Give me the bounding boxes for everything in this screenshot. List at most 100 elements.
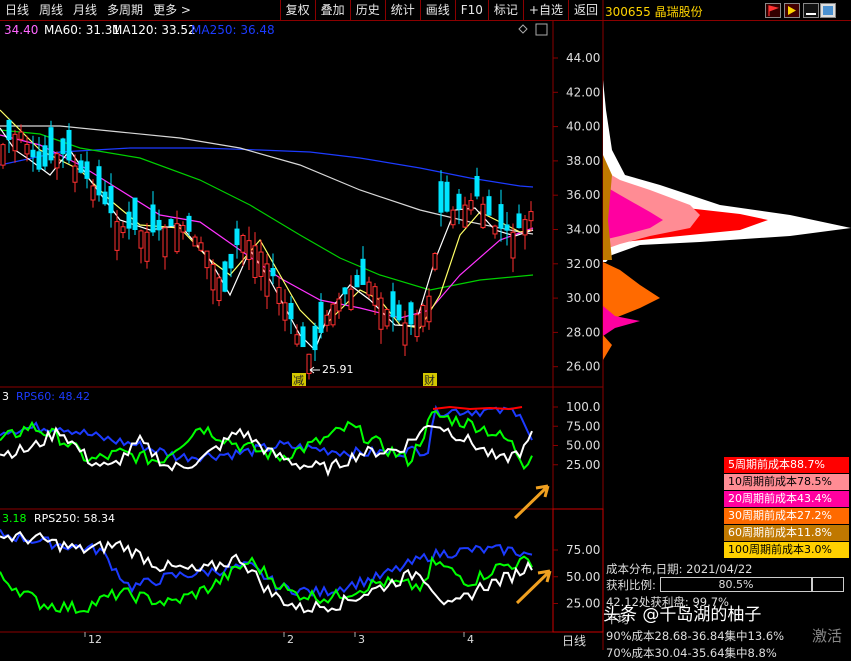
ma250-label: MA250: 36.48 bbox=[191, 23, 275, 37]
candle-body bbox=[492, 225, 498, 235]
date-axis: 12 2 3 4 bbox=[84, 632, 474, 646]
candle-body bbox=[312, 325, 318, 351]
candle-body bbox=[222, 261, 228, 292]
date-tick-label: 4 bbox=[467, 633, 474, 646]
candle-body bbox=[12, 133, 18, 152]
mark2-label: 财 bbox=[424, 373, 435, 387]
candle-body bbox=[162, 227, 168, 258]
watermark: 头条 @千岛湖的柚子 bbox=[603, 605, 762, 625]
cost-legend-item: 60周期前成本11.8% bbox=[724, 525, 849, 541]
candle-body bbox=[36, 151, 42, 170]
candle-body bbox=[108, 186, 114, 214]
rps250-label: RPS250: 58.34 bbox=[34, 512, 115, 525]
candle-body bbox=[24, 143, 30, 155]
candle-body bbox=[510, 231, 516, 259]
candle-body bbox=[258, 251, 264, 277]
candle-body bbox=[90, 185, 96, 201]
date-tick-label: 3 bbox=[358, 633, 365, 646]
candle-body bbox=[18, 131, 24, 140]
candle-body bbox=[84, 161, 90, 179]
diamond-icon[interactable] bbox=[518, 24, 528, 34]
arrow-icon bbox=[515, 569, 552, 605]
candle-body bbox=[114, 221, 120, 251]
rps250-blue bbox=[0, 528, 533, 598]
candle-body bbox=[468, 200, 474, 211]
ma-first-label: 34.40 bbox=[4, 23, 38, 37]
rps60-axis: 100.0 75.00 50.00 25.00 bbox=[553, 400, 600, 472]
cost-legend: 5周期前成本88.7% 10周期前成本78.5% 20周期前成本43.4% 30周期前… bbox=[724, 457, 849, 559]
panel-frames bbox=[0, 0, 604, 650]
candle-body bbox=[390, 291, 396, 318]
price-tick-label: 26.00 bbox=[566, 360, 600, 374]
candle-body bbox=[414, 314, 420, 338]
cost-70-line: 70%成本30.04-35.64集中8.8% bbox=[606, 646, 777, 660]
cost-legend-item: 100周期前成本3.0% bbox=[724, 542, 849, 558]
osc-tick-label: 75.00 bbox=[566, 543, 600, 557]
candle-body bbox=[426, 295, 432, 323]
candle-body bbox=[342, 287, 348, 295]
rps250-lines bbox=[0, 528, 533, 615]
price-axis: 44.00 42.00 40.00 38.00 36.00 34.00 32.00 30.00… bbox=[553, 51, 600, 374]
activate-text: 激活 bbox=[812, 627, 843, 645]
candle-body bbox=[240, 235, 246, 253]
price-tick-label: 30.00 bbox=[566, 291, 600, 305]
candle-body bbox=[252, 245, 258, 278]
candle-body bbox=[402, 322, 408, 346]
candle-body bbox=[180, 225, 186, 233]
rps60-lines bbox=[0, 404, 533, 478]
osc-tick-label: 75.00 bbox=[566, 419, 600, 433]
date-tick-label: 12 bbox=[88, 633, 102, 646]
candle-body bbox=[498, 204, 504, 229]
arrow-icon bbox=[513, 484, 550, 520]
candle-body bbox=[408, 302, 414, 325]
cost-legend-item: 10周期前成本78.5% bbox=[724, 474, 849, 490]
candle-body bbox=[6, 119, 12, 140]
candle-body bbox=[270, 268, 276, 277]
candle-body bbox=[444, 181, 450, 212]
candle-body bbox=[528, 211, 534, 222]
candlesticks bbox=[0, 119, 534, 380]
ma60-label: MA60: 31.31 bbox=[44, 23, 120, 37]
osc-tick-label: 100.0 bbox=[566, 400, 600, 414]
candle-body bbox=[198, 242, 204, 251]
profit-ratio-value: 80.5% bbox=[718, 578, 754, 591]
profit-ratio-box bbox=[812, 577, 844, 592]
candle-body bbox=[204, 250, 210, 269]
rps60-green bbox=[0, 410, 533, 471]
candle-body bbox=[228, 253, 234, 269]
candle-body bbox=[54, 153, 60, 169]
candle-body bbox=[366, 281, 372, 296]
candle-body bbox=[276, 287, 282, 304]
candle-body bbox=[480, 203, 486, 229]
candle-body bbox=[174, 223, 180, 253]
candle-body bbox=[78, 160, 84, 173]
price-tick-label: 28.00 bbox=[566, 325, 600, 339]
profile-orange bbox=[603, 262, 660, 322]
osc-tick-label: 50.00 bbox=[566, 439, 600, 453]
candle-body bbox=[42, 145, 48, 167]
candle-body bbox=[186, 215, 192, 232]
candle-body bbox=[156, 219, 162, 231]
candle-body bbox=[126, 211, 132, 229]
rps250-prefix: 3.18 bbox=[2, 512, 27, 525]
price-tick-label: 34.00 bbox=[566, 223, 600, 237]
cost-legend-item: 20周期前成本43.4% bbox=[724, 491, 849, 507]
rps60-red-line bbox=[432, 405, 523, 411]
rps250-green bbox=[0, 555, 533, 615]
price-tick-label: 44.00 bbox=[566, 51, 600, 65]
candle-body bbox=[192, 236, 198, 247]
candle-body bbox=[66, 129, 72, 161]
cost-distribution bbox=[603, 80, 851, 360]
candle-body bbox=[432, 253, 438, 270]
candle-body bbox=[438, 181, 444, 213]
cost-legend-item: 30周期前成本27.2% bbox=[724, 508, 849, 524]
cost-legend-item: 5周期前成本88.7% bbox=[724, 457, 849, 473]
price-tick-label: 32.00 bbox=[566, 257, 600, 271]
profile-orange-low bbox=[603, 335, 612, 360]
candle-body bbox=[450, 209, 456, 226]
candle-body bbox=[384, 309, 390, 327]
candle-body bbox=[354, 275, 360, 288]
expand-icon[interactable] bbox=[535, 23, 548, 36]
moving-averages bbox=[0, 109, 534, 352]
candle-body bbox=[60, 138, 66, 155]
